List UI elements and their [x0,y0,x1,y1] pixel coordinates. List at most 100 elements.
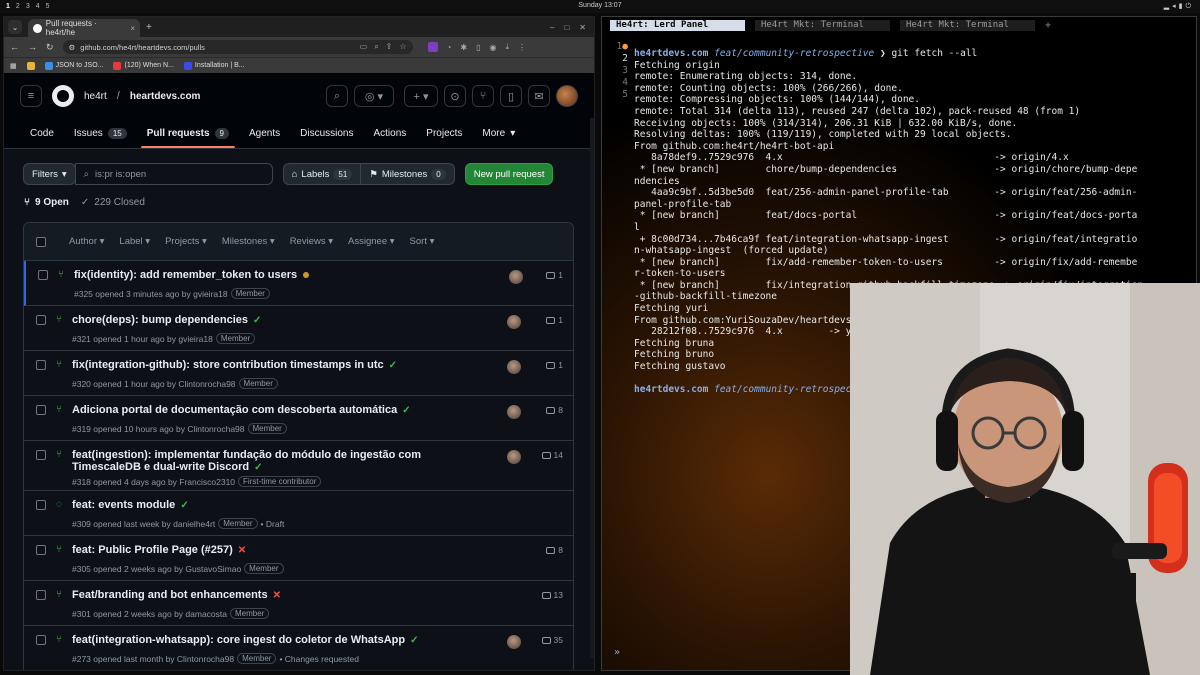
pr-row[interactable]: ◌ feat: events module ✓ #309 opened last we… [24,491,573,536]
new-terminal-tab-button[interactable]: + [1045,20,1051,31]
bookmark-youtube[interactable]: (120) When N... [113,61,174,70]
bookmark-folder[interactable] [26,61,35,70]
extensions-puzzle-icon[interactable]: ✱ [460,43,467,52]
new-tab-button[interactable]: + [146,22,152,33]
bookmark-installation[interactable]: Installation | B... [183,61,245,70]
pr-row[interactable]: ⑂ Feat/branding and bot enhancements ✕ #301… [24,581,573,626]
pr-row[interactable]: ⑂ fix(identity): add remember_token to us… [24,261,573,306]
reviewer-avatar[interactable] [507,405,521,419]
pr-search-input[interactable]: ⌕ is:pr is:open [74,163,273,185]
list-filter-label[interactable]: Label ▾ [119,236,150,247]
reviewer-avatar[interactable] [509,270,523,284]
repo-tab-more[interactable]: More ▾ [472,128,525,148]
pr-checkbox[interactable] [36,450,46,460]
check-failed-icon[interactable]: ✕ [273,590,281,601]
cast-icon[interactable]: ▭ [360,42,368,52]
pr-checkbox[interactable] [36,500,46,510]
download-icon[interactable]: ⤓ [505,42,509,52]
reviewer-avatar[interactable] [507,635,521,649]
repo-tab-actions[interactable]: Actions [363,128,416,148]
list-filter-milestones[interactable]: Milestones ▾ [222,236,275,247]
address-bar[interactable]: ⚙ github.com/he4rt/heartdevs.com/pulls ▭… [62,40,413,54]
user-avatar[interactable] [556,85,578,107]
pr-checkbox[interactable] [36,590,46,600]
github-logo-icon[interactable] [52,85,74,107]
forward-icon[interactable]: → [28,42,37,52]
pr-title-link[interactable]: chore(deps): bump dependencies ✓ [72,314,261,326]
browser-tab[interactable]: Pull requests · he4rt/he × [28,19,140,37]
comments-link[interactable]: 13 [541,590,563,600]
check-passed-icon[interactable]: ✓ [180,500,188,511]
check-passed-icon[interactable]: ✓ [410,635,418,646]
page-scrollbar[interactable] [590,118,594,658]
list-filter-author[interactable]: Author ▾ [69,236,104,247]
extension-icon[interactable] [427,42,438,52]
sidepanel-icon[interactable]: ▯ [476,43,480,52]
zoom-icon[interactable]: ⌕ [374,42,378,52]
back-icon[interactable]: ← [10,42,19,52]
terminal-tab[interactable]: He4rt Mkt: Terminal [900,19,1035,31]
incognito-icon[interactable]: ◔ [447,43,452,52]
check-passed-icon[interactable]: ✓ [402,405,410,416]
pr-title-link[interactable]: fix(identity): add remember_token to use… [74,269,310,281]
pr-title-link[interactable]: fix(integration-github): store contribut… [72,359,397,371]
select-all-checkbox[interactable] [36,236,46,247]
list-filter-reviews[interactable]: Reviews ▾ [290,236,333,247]
bookmark-star-icon[interactable]: ☆ [399,42,406,52]
pr-checkbox[interactable] [38,270,48,280]
reload-icon[interactable]: ↻ [46,42,54,53]
terminal-tab[interactable]: He4rt: Lerd Panel [610,19,745,31]
tab-search-button[interactable]: ⌄ [8,20,22,34]
search-icon[interactable]: ⌕ [326,85,348,107]
pr-title-link[interactable]: feat(ingestion): implementar fundação do… [72,449,421,473]
open-prs-tab[interactable]: ⑂ 9 Open [24,197,69,208]
hamburger-menu-icon[interactable]: ≡ [20,85,42,107]
reviewer-avatar[interactable] [507,315,521,329]
repo-owner-link[interactable]: he4rt [84,91,107,102]
comments-link[interactable]: 1 [546,270,563,280]
pr-title-link[interactable]: feat: events module ✓ [72,499,189,511]
network-icon[interactable]: ▂ [1164,3,1172,10]
check-failed-icon[interactable]: ✕ [238,545,246,556]
comments-link[interactable]: 14 [541,450,563,460]
repo-tab-code[interactable]: Code [20,128,64,148]
pr-row[interactable]: ⑂ feat(integration-whatsapp): core ingest… [24,626,573,670]
profile-icon[interactable]: ◉ [490,43,497,52]
list-filter-projects[interactable]: Projects ▾ [165,236,207,247]
comments-link[interactable]: 1 [546,315,563,325]
menu-kebab-icon[interactable]: ⋮ [518,43,526,52]
check-passed-icon[interactable]: ✓ [254,462,262,473]
comments-link[interactable]: 35 [541,635,563,645]
apps-grid-icon[interactable]: ▦ [10,62,17,70]
terminal-tab[interactable]: He4rt Mkt: Terminal [755,19,890,31]
closed-prs-tab[interactable]: ✓ 229 Closed [81,197,145,208]
pr-row[interactable]: ⑂ chore(deps): bump dependencies ✓ #321 ope… [24,306,573,351]
check-passed-icon[interactable]: ✓ [253,315,261,326]
power-icon[interactable]: ⏻ [1185,3,1194,10]
share-icon[interactable]: ⇪ [386,42,393,52]
repo-name-link[interactable]: heartdevs.com [130,91,201,102]
pr-row[interactable]: ⑂ feat: Public Profile Page (#257) ✕ #305 o… [24,536,573,581]
maximize-icon[interactable]: □ [564,23,569,32]
reviewer-avatar[interactable] [507,450,521,464]
copilot-icon[interactable]: ◎ ▾ [354,85,394,107]
issues-icon[interactable]: ⊙ [444,85,466,107]
bookmark-json[interactable]: JSON to JSO... [44,61,103,70]
pr-row[interactable]: ⑂ Adiciona portal de documentação com des… [24,396,573,441]
inbox-icon[interactable]: ✉ [528,85,550,107]
pr-checkbox[interactable] [36,360,46,370]
labels-button[interactable]: ⌂ Labels 51 [282,163,362,185]
list-filter-assignee[interactable]: Assignee ▾ [348,236,395,247]
create-new-icon[interactable]: + ▾ [404,85,438,107]
system-tray[interactable]: ▂◂▮⏻ [1164,2,1194,11]
pr-row[interactable]: ⑂ fix(integration-github): store contribu… [24,351,573,396]
pr-title-link[interactable]: Adiciona portal de documentação com desc… [72,404,411,416]
check-passed-icon[interactable]: ✓ [389,360,397,371]
pr-checkbox[interactable] [36,635,46,645]
comments-link[interactable]: 8 [546,405,563,415]
pr-title-link[interactable]: feat(integration-whatsapp): core ingest … [72,634,418,646]
repo-tab-agents[interactable]: Agents [239,128,290,148]
pr-checkbox[interactable] [36,315,46,325]
pr-title-link[interactable]: feat: Public Profile Page (#257) ✕ [72,544,246,556]
check-pending-icon[interactable] [303,272,310,279]
